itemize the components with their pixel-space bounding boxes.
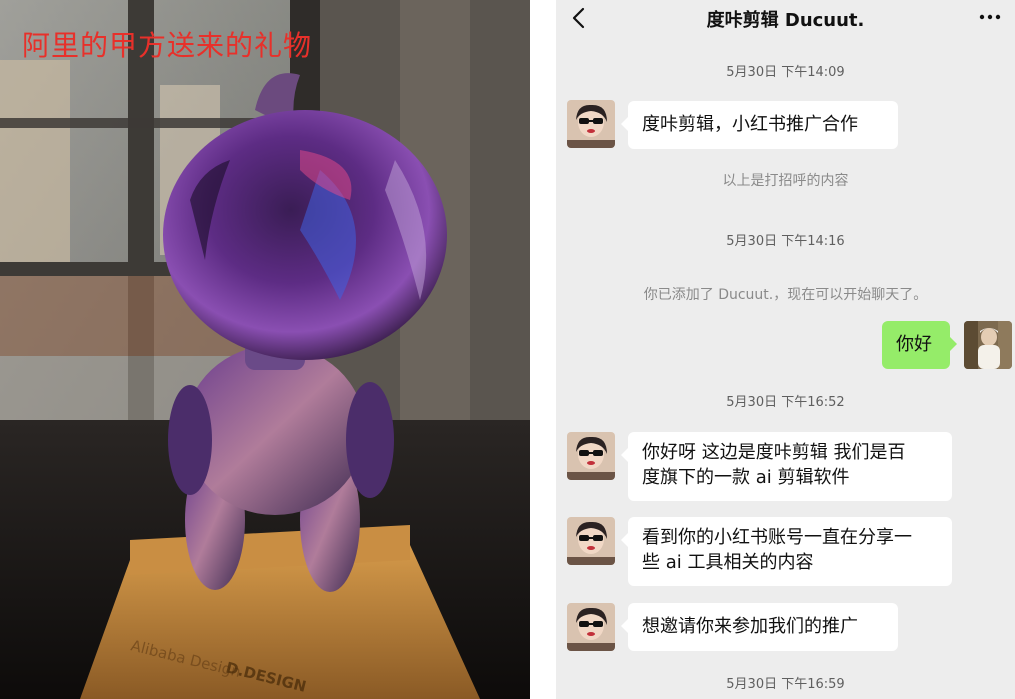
back-button[interactable]: [564, 4, 592, 32]
trophy-photo: Alibaba Design D.DESIGN 阿里的甲方送来的礼物: [0, 0, 530, 699]
message-bubble-incoming[interactable]: 你好呀 这边是度咔剪辑 我们是百 度旗下的一款 ai 剪辑软件: [621, 432, 952, 501]
message-timestamp: 5月30日 下午14:09: [726, 65, 845, 80]
message-text-line: 些 ai 工具相关的内容: [642, 552, 814, 573]
message-bubble-incoming[interactable]: 度咔剪辑，小红书推广合作: [621, 101, 898, 149]
chevron-left-icon: [572, 7, 585, 29]
message-timestamp: 5月30日 下午16:59: [726, 677, 845, 692]
contact-avatar-image: [567, 432, 615, 480]
contact-avatar[interactable]: [567, 603, 615, 651]
message-bubble-incoming[interactable]: 看到你的小红书账号一直在分享一 些 ai 工具相关的内容: [621, 517, 952, 586]
my-avatar-image: [964, 321, 1012, 369]
chat-title: 度咔剪辑 Ducuut.: [706, 10, 865, 31]
message-text: 想邀请你来参加我们的推广: [642, 616, 858, 637]
system-message: 以上是打招呼的内容: [722, 173, 849, 189]
system-message: 你已添加了 Ducuut.，现在可以开始聊天了。: [643, 287, 928, 303]
trophy-photo-illustration: Alibaba Design D.DESIGN: [0, 0, 530, 699]
chat-screen: 度咔剪辑 Ducuut. 5月30日 下午14:09 度咔剪辑，小红书推广合作 …: [556, 0, 1015, 699]
message-bubble-outgoing[interactable]: 你好: [882, 321, 957, 369]
contact-avatar-image: [567, 100, 615, 148]
message-timestamp: 5月30日 下午14:16: [726, 234, 845, 249]
contact-avatar-image: [567, 603, 615, 651]
message-text-line: 看到你的小红书账号一直在分享一: [642, 527, 912, 548]
contact-avatar-image: [567, 517, 615, 565]
contact-avatar[interactable]: [567, 517, 615, 565]
panel-divider: [530, 0, 556, 699]
chat-header: 度咔剪辑 Ducuut.: [556, 0, 1015, 38]
more-dots-icon: [979, 14, 1001, 20]
message-text: 你好: [896, 334, 932, 355]
message-text: 度咔剪辑，小红书推广合作: [642, 114, 858, 135]
contact-avatar[interactable]: [567, 100, 615, 148]
message-text-line: 度旗下的一款 ai 剪辑软件: [642, 467, 850, 488]
message-text-line: 你好呀 这边是度咔剪辑 我们是百: [642, 442, 906, 463]
screenshot-root: Alibaba Design D.DESIGN 阿里的甲方送来的礼物 度咔剪辑 …: [0, 0, 1015, 699]
photo-caption: 阿里的甲方送来的礼物: [22, 29, 313, 62]
my-avatar[interactable]: [964, 321, 1012, 369]
message-bubble-incoming[interactable]: 想邀请你来参加我们的推广: [621, 603, 898, 651]
more-options-button[interactable]: [975, 2, 1005, 32]
contact-avatar[interactable]: [567, 432, 615, 480]
message-timestamp: 5月30日 下午16:52: [726, 395, 845, 410]
